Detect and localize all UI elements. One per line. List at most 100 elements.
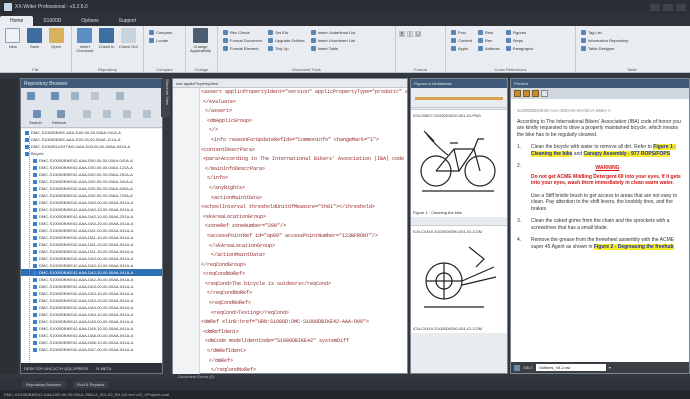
figure-thumbnail[interactable]: ICN-S3627-S1000D0010-001-01.PNG Figure 1… xyxy=(411,109,507,217)
code-line[interactable]: 203<schoolInterval thresholdUnitOfMeasur… xyxy=(201,203,407,213)
code-line[interactable]: 215<dmRef xlink:href="URN:S1000D:DMC-S10… xyxy=(201,318,407,328)
tidy-up-button[interactable]: Tidy Up xyxy=(268,46,305,51)
code-line[interactable]: 214<reqCond>Testing</reqCond> xyxy=(201,309,407,319)
check-out-button[interactable]: Check Out xyxy=(118,28,138,71)
menu-tab-s1000d[interactable]: S1000D xyxy=(33,16,71,26)
search-button-label[interactable]: Search xyxy=(29,120,42,125)
figures-button[interactable]: Figures xyxy=(505,30,534,35)
settings-icon[interactable] xyxy=(71,92,79,100)
code-line[interactable]: 219</dmRef> xyxy=(201,357,407,367)
tree-item[interactable]: DMC-S1000DBIKE42-AAA-D00-00-00-00AA-520A… xyxy=(21,185,162,192)
tree-item[interactable]: DMC-S1000DBIKE42-AAA-DA3-20-00-00AA-041A… xyxy=(21,297,162,304)
tree-item[interactable]: DMC-S1000DBIKE42-AAA-DA6-10-00-00AA-041A… xyxy=(21,339,162,346)
zoom-in-icon[interactable] xyxy=(532,90,539,97)
tree-item[interactable]: DMC-S1000DLIGHTING-AAA-D00-00-00-00AA-04… xyxy=(21,143,162,150)
code-line[interactable]: 195</> xyxy=(201,126,407,136)
code-line[interactable]: 205<zoneRef zoneNumber="200"/> xyxy=(201,222,407,232)
print-icon[interactable] xyxy=(514,90,521,97)
tree-item[interactable]: DMC-S1000DBIKE42-AAA-DA5-00-00-00AA-041A… xyxy=(21,318,162,325)
open-button[interactable]: Open xyxy=(46,28,66,71)
tree-item[interactable]: DMC-S1000DBIKE42-AAA-DA1-10-00-00AA-041A… xyxy=(21,234,162,241)
format-document-button[interactable]: Format Document xyxy=(223,38,262,43)
export-pdf-icon[interactable] xyxy=(523,90,530,97)
code-line[interactable]: 217<dmCode modelIdentCode="S1000DBIKE42"… xyxy=(201,337,407,347)
code-line[interactable]: 206<accessPointRef id="ap00" accessPoint… xyxy=(201,232,407,242)
zoom-out-icon[interactable] xyxy=(541,90,548,97)
tree-item[interactable]: DMC-S1000DBIKE42-AAA-DA7-00-00-00AA-041A… xyxy=(21,346,162,353)
chevron-down-icon[interactable]: ▾ xyxy=(609,365,611,370)
code-line[interactable]: 202<actionMaintData> xyxy=(201,194,407,204)
tree-item[interactable]: DMC-S1000DBIKE-AAA-D00-00-00-00AA-121A-A xyxy=(21,136,162,143)
tree-item[interactable]: Bicycle xyxy=(21,150,162,157)
information-repository-button[interactable]: Information Repository xyxy=(581,38,628,43)
zoom-icon[interactable] xyxy=(83,110,91,118)
locate-button[interactable]: Locate xyxy=(149,38,172,43)
code-line[interactable]: 211<reqCond>The bicycle is outdoors</req… xyxy=(201,280,407,290)
paste-icon[interactable] xyxy=(123,110,131,118)
xslt-select[interactable]: Outlines_V4.2.xsl xyxy=(535,364,606,371)
compare-button[interactable]: Compare xyxy=(149,30,172,35)
search-icon[interactable] xyxy=(33,110,41,118)
code-line[interactable]: 207</skAreaLocationGroup> xyxy=(201,242,407,252)
tag-list-button[interactable]: Tag List xyxy=(581,30,628,35)
set-ids-button[interactable]: Set IDs xyxy=(268,30,305,35)
minimize-icon[interactable] xyxy=(650,3,660,11)
refs-button[interactable]: Refs xyxy=(478,30,500,35)
refresh-button-label[interactable]: Refresh xyxy=(52,120,66,125)
code-line[interactable]: 204<skAreaLocationGroup> xyxy=(201,213,407,223)
refresh-tree-icon[interactable] xyxy=(57,110,65,118)
figure-link[interactable]: Figure 2 - Degreasing the freehub xyxy=(593,243,674,250)
steps-button[interactable]: Steps xyxy=(505,38,534,43)
tree-item[interactable]: DMC-S1000DBIKE42-AAA-D00-00-00-00AA-720A… xyxy=(21,192,162,199)
close-icon[interactable] xyxy=(676,3,686,11)
tree-item[interactable]: DMC-S1000DBIKE42-AAA-DA5-10-00-00AA-041A… xyxy=(21,325,162,332)
tree-item[interactable]: DMC-S1000DBIKE42-AAA-DA1-20-00-00AA-041A… xyxy=(21,241,162,248)
code-line[interactable]: 208</actionMaintData> xyxy=(201,251,407,261)
menu-tab-options[interactable]: Options xyxy=(71,16,108,26)
code-line[interactable]: 216<dmRefIdent> xyxy=(201,328,407,338)
code-line[interactable]: 212</reqCondNoRef> xyxy=(201,289,407,299)
menu-tab-home[interactable]: Home xyxy=(0,16,34,26)
code-line[interactable]: 213<reqCondNoRef> xyxy=(201,299,407,309)
tree-item[interactable]: DMC-S1000DBIKE-AAA-DA0-00-00-00AA-041A-A xyxy=(21,129,162,136)
proc-button[interactable]: Proc xyxy=(451,30,472,35)
refresh-icon[interactable] xyxy=(91,92,99,100)
tree-item[interactable]: DMC-S1000DBIKE42-AAA-DA0-10-00-00AA-041A… xyxy=(21,206,162,213)
maximize-icon[interactable] xyxy=(663,3,673,11)
tree-item[interactable]: DMC-S1000DBIKE42-AAA-DA4-00-00-00AA-041A… xyxy=(21,304,162,311)
code-line[interactable]: 218</dmRefIdent> xyxy=(201,347,407,357)
check-in-button[interactable]: Check In xyxy=(97,28,117,71)
content-button[interactable]: Content xyxy=(451,38,472,43)
structure-view-tab[interactable]: Structure View xyxy=(161,79,170,117)
tree-item[interactable]: DMC-S1000DBIKE42-AAA-DA0-10-00-00AA-251A… xyxy=(21,213,162,220)
insert-checkout-button[interactable]: Insert Checkout xyxy=(75,28,95,71)
tree-item[interactable]: DMC-S1000DBIKE42-AAA-DA2-10-00-00AA-041A… xyxy=(21,262,162,269)
reference-link[interactable]: Canopy Assembly - 977 ROPS/FOPS xyxy=(583,150,671,157)
code-line[interactable]: 210<reqCondNoRef> xyxy=(201,270,407,280)
code-line[interactable]: 220</reqCondNoRef> xyxy=(201,366,407,374)
change-applicability-button[interactable]: Change Applicability xyxy=(189,28,212,71)
tree-item[interactable]: DMC-S1000DBIKE42-AAA-DA6-00-00-00AA-041A… xyxy=(21,332,162,339)
filter-icon[interactable] xyxy=(27,92,35,100)
layers-icon[interactable] xyxy=(51,92,59,100)
code-line[interactable]: 198<para>According to The International … xyxy=(201,155,407,165)
info-icon[interactable] xyxy=(143,110,151,118)
tree-item[interactable]: DMC-S1000DBIKE42-AAA-DA2-00-00-00AA-041A… xyxy=(21,255,162,262)
italic-button[interactable]: I xyxy=(407,31,413,38)
tree-item[interactable]: DMC-S1000DBIKE42-AAA-DA3-10-00-00AA-041A… xyxy=(21,290,162,297)
upgrade-entities-button[interactable]: Upgrade Entities xyxy=(268,38,305,43)
thumbnail-size-slider[interactable] xyxy=(411,88,507,108)
rev-button[interactable]: Rev xyxy=(478,38,500,43)
tree-item[interactable]: DMC-S1000DBIKE42-AAA-DA4-10-00-00AA-041A… xyxy=(21,311,162,318)
tree-item[interactable]: DMC-S1000DBIKE42-AAA-D00-00-00-00AA-251A… xyxy=(21,171,162,178)
table-designer-button[interactable]: Table Designer xyxy=(581,46,628,51)
tree-item[interactable]: DMC-S1000DBIKE42-AAA-DA3-00-00-00AA-041A… xyxy=(21,283,162,290)
xml-editor[interactable]: Structure View sort applicPropertyIdent … xyxy=(161,78,408,374)
tree-item[interactable]: DMC-S1000DBIKE42-AAA-D00-00-00-00AA-041A… xyxy=(21,157,162,164)
meta-label[interactable]: R-META xyxy=(96,366,111,371)
code-line[interactable]: 191<assert applicPropertyIdent="version"… xyxy=(201,88,407,98)
code-line[interactable]: 197<contentDescrPara> xyxy=(201,146,407,156)
save-button[interactable]: Save xyxy=(25,28,45,71)
insert-table-button[interactable]: Insert Table xyxy=(310,46,356,51)
code-line[interactable]: 192</evaluate> xyxy=(201,98,407,108)
